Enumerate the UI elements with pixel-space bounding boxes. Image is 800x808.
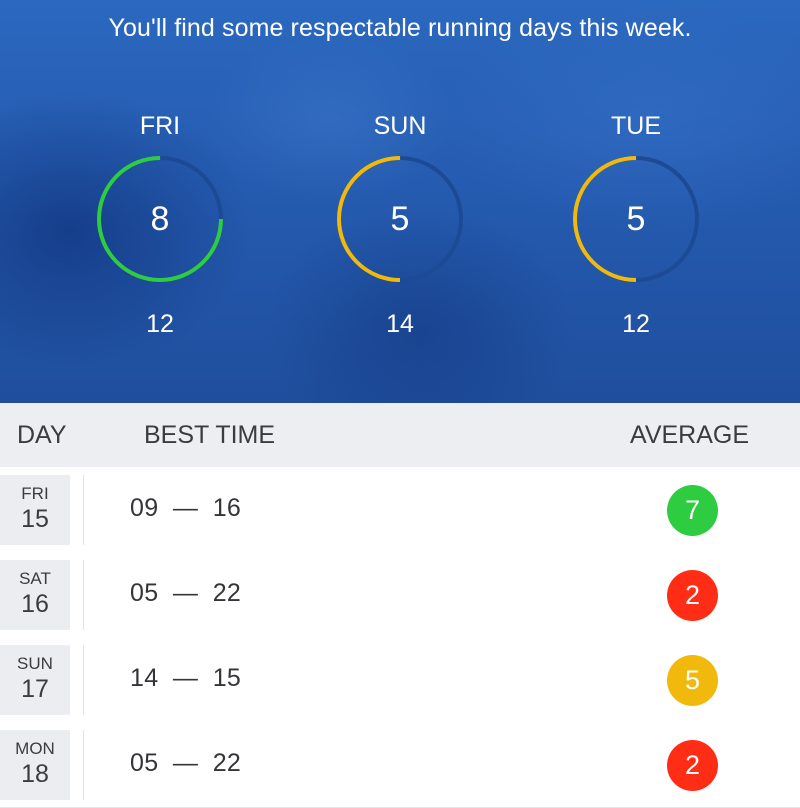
row-weekday: SUN xyxy=(17,654,53,673)
row-best-time: 09 — 16 xyxy=(130,494,242,522)
date-badge: MON 18 xyxy=(0,730,70,800)
row-date: 18 xyxy=(21,760,49,788)
forecast-score: 5 xyxy=(626,200,646,238)
headline: You'll find some respectable running day… xyxy=(108,14,692,42)
forecast-hero: You'll find some respectable running day… xyxy=(0,0,800,403)
score-ring: 5 xyxy=(571,154,701,284)
divider xyxy=(83,645,84,715)
row-date: 17 xyxy=(21,675,49,703)
row-date: 15 xyxy=(21,505,49,533)
average-badge: 5 xyxy=(667,655,718,706)
row-best-time: 14 — 15 xyxy=(130,664,242,692)
date-badge: SAT 16 xyxy=(0,560,70,630)
forecast-score: 5 xyxy=(390,200,410,238)
forecast-hours: 14 xyxy=(386,310,414,338)
table-row[interactable]: SUN 17 14 — 15 5 xyxy=(0,637,800,723)
divider xyxy=(83,475,84,545)
forecast-day-label: SUN xyxy=(373,112,427,140)
divider xyxy=(83,730,84,800)
date-badge: SUN 17 xyxy=(0,645,70,715)
forecast-hours: 12 xyxy=(146,310,174,338)
forecast-score: 8 xyxy=(150,200,170,238)
forecast-day-label: FRI xyxy=(139,112,181,140)
row-best-time: 05 — 22 xyxy=(130,579,242,607)
header-day: DAY xyxy=(17,421,67,449)
row-weekday: SAT xyxy=(19,569,51,588)
table-row[interactable]: FRI 15 09 — 16 7 xyxy=(0,467,800,553)
table-row[interactable]: MON 18 05 — 22 2 xyxy=(0,722,800,808)
row-weekday: MON xyxy=(15,739,55,758)
row-date: 16 xyxy=(21,590,49,618)
divider xyxy=(83,560,84,630)
forecast-tue[interactable]: TUE 5 12 xyxy=(556,110,716,339)
row-best-time: 05 — 22 xyxy=(130,749,242,777)
score-ring: 8 xyxy=(95,154,225,284)
average-badge: 2 xyxy=(667,740,718,791)
score-ring: 5 xyxy=(335,154,465,284)
row-weekday: FRI xyxy=(21,484,49,503)
average-badge: 2 xyxy=(667,570,718,621)
forecast-sun[interactable]: SUN 5 14 xyxy=(320,110,480,339)
forecast-hours: 12 xyxy=(622,310,650,338)
forecast-fri[interactable]: FRI 8 12 xyxy=(80,110,240,339)
date-badge: FRI 15 xyxy=(0,475,70,545)
table-row[interactable]: SAT 16 05 — 22 2 xyxy=(0,552,800,638)
header-average: AVERAGE xyxy=(630,421,750,449)
forecast-day-label: TUE xyxy=(611,112,661,140)
average-badge: 7 xyxy=(667,485,718,536)
header-best-time: BEST TIME xyxy=(144,421,276,449)
table-header: DAY BEST TIME AVERAGE xyxy=(0,403,800,467)
